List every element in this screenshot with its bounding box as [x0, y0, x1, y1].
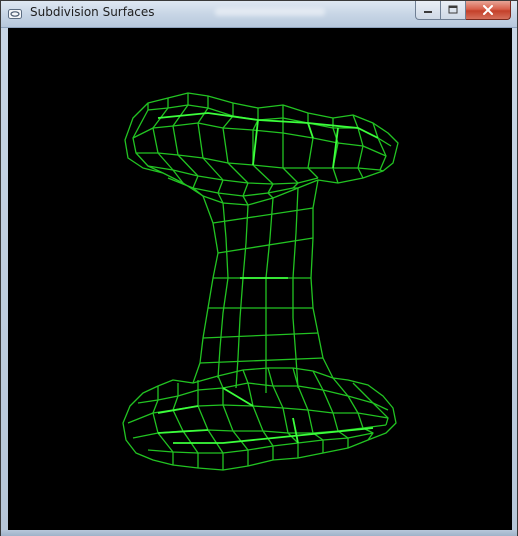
close-button[interactable]: [466, 1, 511, 20]
title-bar[interactable]: Subdivision Surfaces: [1, 1, 517, 28]
close-icon: [483, 5, 493, 15]
background-window-title-reflection: [215, 8, 325, 16]
maximize-icon: [448, 5, 458, 14]
neck-left-outline: [192, 195, 219, 384]
wireframe-mesh: [122, 92, 399, 471]
bottom-lobe-outline: [122, 367, 397, 471]
minimize-icon: [424, 11, 432, 13]
app-window: Subdivision Surfaces: [0, 0, 518, 536]
mesh-lines: [122, 92, 399, 471]
maximize-button[interactable]: [441, 1, 466, 20]
neck-right-outline: [310, 179, 334, 379]
window-title: Subdivision Surfaces: [30, 5, 155, 19]
window-app-icon[interactable]: [7, 6, 23, 22]
mesh-highlight-lines: [157, 112, 379, 444]
opengl-viewport[interactable]: [8, 28, 512, 530]
window-bottom-border: [1, 530, 517, 536]
minimize-button[interactable]: [415, 1, 441, 20]
caption-buttons: [415, 1, 511, 21]
